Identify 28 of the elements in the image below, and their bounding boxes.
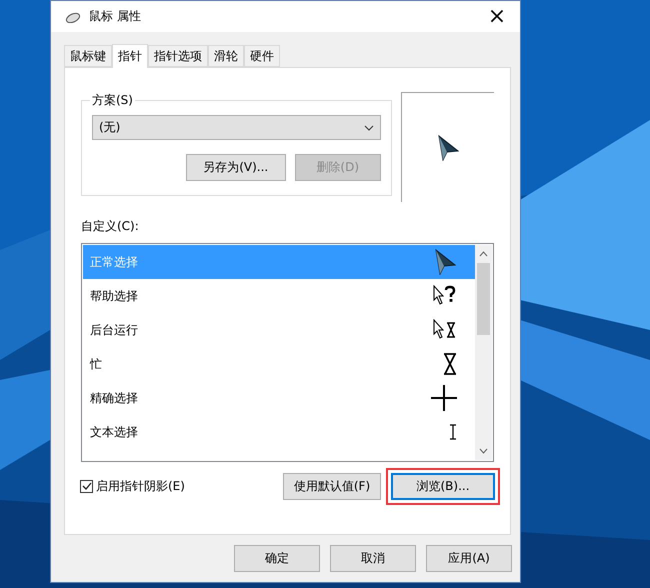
cursor-name: 忙	[90, 356, 102, 372]
cursor-name: 精确选择	[90, 390, 138, 406]
dialog-button[interactable]: 取消	[330, 545, 416, 572]
window-title: 鼠标 属性	[89, 8, 142, 25]
tab[interactable]: 硬件	[244, 45, 280, 67]
action-button[interactable]: 浏览(B)...	[391, 473, 495, 500]
cursor-name: 正常选择	[90, 254, 138, 270]
cursor-name: 后台运行	[90, 322, 138, 338]
cursor-row[interactable]: 文本选择	[83, 415, 475, 449]
close-button[interactable]: ×	[480, 2, 514, 32]
group-label: 方案(S)	[91, 92, 134, 109]
cursor-name: 文本选择	[90, 424, 138, 440]
tab[interactable]: 鼠标键	[64, 45, 112, 67]
tab[interactable]: 指针选项	[148, 45, 208, 67]
action-button[interactable]: 使用默认值(F)	[283, 473, 381, 500]
list-label: 自定义(C):	[81, 218, 140, 235]
shadow-checkbox[interactable]: 启用指针阴影(E)	[80, 478, 283, 495]
tab[interactable]: 指针	[112, 44, 148, 68]
cursor-row[interactable]: 后台运行	[83, 313, 475, 347]
cursor-row[interactable]: 帮助选择	[83, 279, 475, 313]
cursor-row[interactable]: 精确选择	[83, 381, 475, 415]
scheme-dropdown[interactable]: (无)	[92, 115, 381, 140]
cursor-row[interactable]: 忙	[83, 347, 475, 381]
cursor-name: 帮助选择	[90, 288, 138, 304]
scheme-button[interactable]: 另存为(V)...	[186, 154, 286, 181]
tab[interactable]: 滑轮	[208, 45, 244, 67]
dialog-button[interactable]: 确定	[234, 545, 320, 572]
dialog-button[interactable]: 应用(A)	[426, 545, 512, 572]
